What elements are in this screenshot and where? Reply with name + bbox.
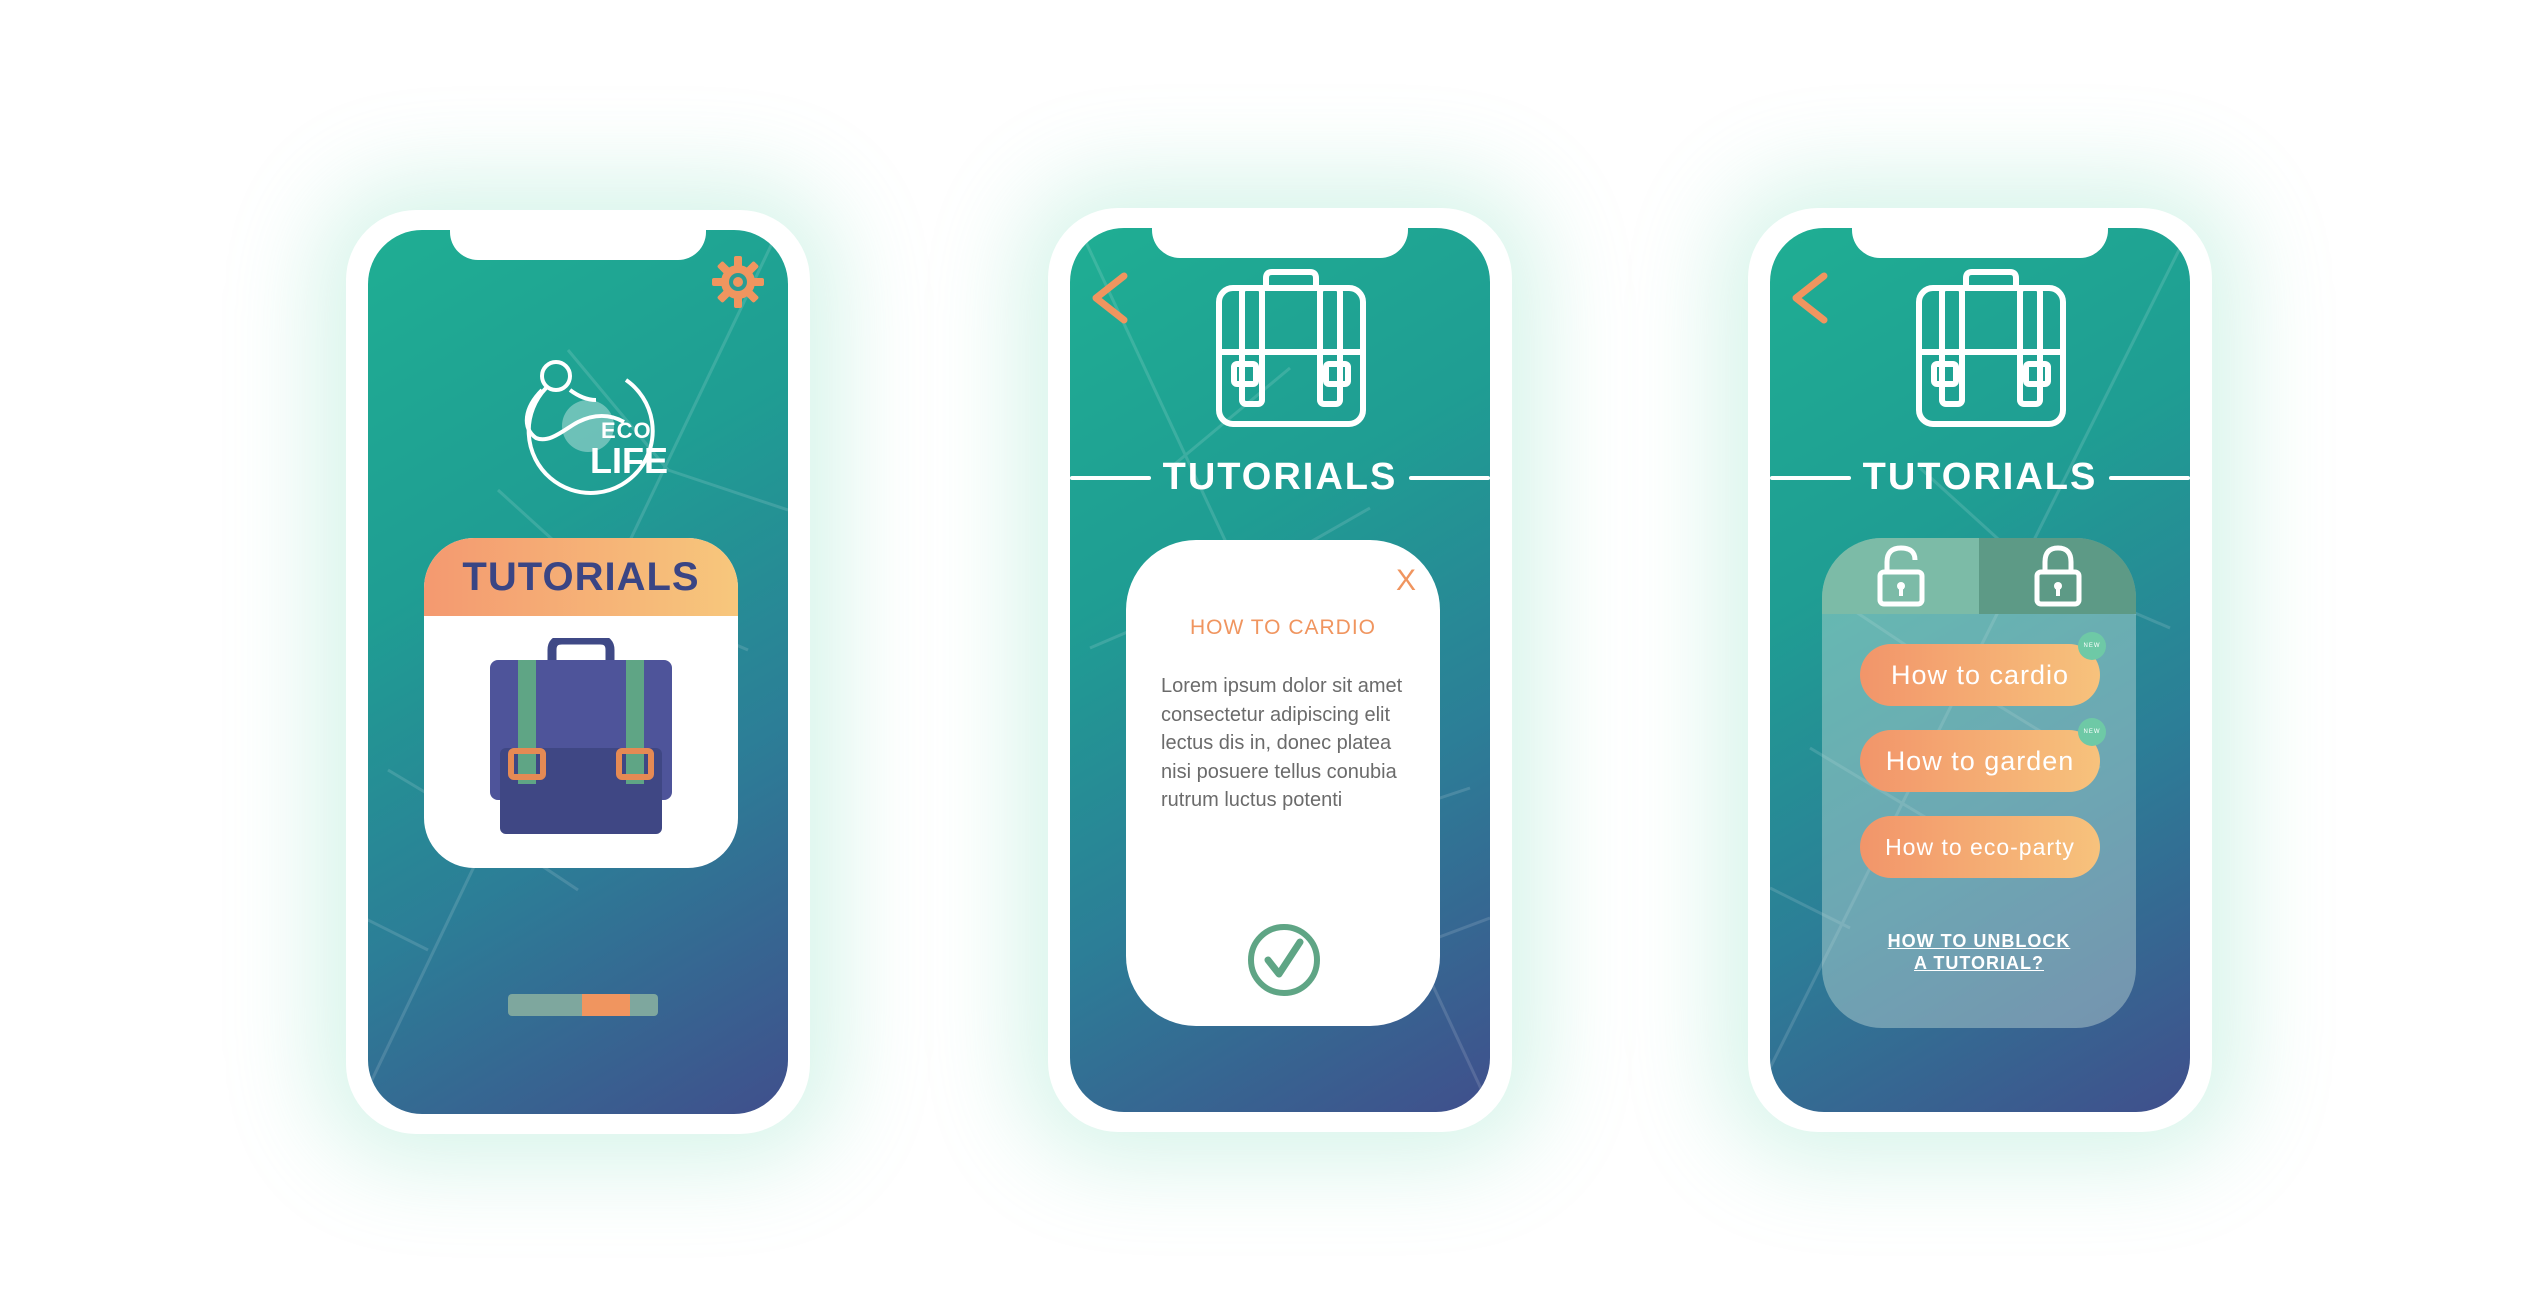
unblock-help-link[interactable]: HOW TO UNBLOCK A TUTORIAL? (1822, 930, 2136, 974)
tutorial-modal: X HOW TO CARDIO Lorem ipsum dolor sit am… (1126, 540, 1440, 1026)
tutorials-heading: TUTORIALS (1070, 456, 1490, 499)
tutorials-heading-text: TUTORIALS (1862, 456, 2098, 498)
tutorial-list-panel: How to cardio NEW How to garden NEW How … (1822, 538, 2136, 1028)
locked-padlock-icon (2034, 545, 2081, 607)
tutorials-heading: TUTORIALS (1770, 456, 2190, 499)
notch (1152, 228, 1408, 258)
heading-rule-left (1770, 475, 1851, 480)
phone-mockup-tutorial-list: TUTORIALS How to cardio NEW How to garde… (1748, 208, 2212, 1132)
backpack-icon (490, 638, 672, 834)
tutorial-item-eco-party[interactable]: How to eco-party (1860, 816, 2100, 878)
tutorials-card-header: TUTORIALS (424, 538, 738, 616)
phone-mockup-home: ECO LIFE TUTORIALS (346, 210, 810, 1134)
tutorial-item-label: How to eco-party (1885, 833, 2075, 860)
heading-rule-left (1070, 475, 1151, 480)
phone-mockup-tutorial-detail: TUTORIALS X HOW TO CARDIO Lorem ipsum do… (1048, 208, 1512, 1132)
backpack-outline-icon (1916, 269, 2066, 427)
tutorial-detail-screen: TUTORIALS X HOW TO CARDIO Lorem ipsum do… (1070, 228, 1490, 1112)
notch (1852, 228, 2108, 258)
tutorial-item-cardio[interactable]: How to cardio NEW (1860, 632, 2106, 706)
notch (450, 230, 706, 260)
tutorial-list-screen: TUTORIALS How to cardio NEW How to garde… (1770, 228, 2190, 1112)
gear-icon[interactable] (708, 252, 768, 312)
modal-title: HOW TO CARDIO (1189, 616, 1377, 639)
heading-rule-right (1409, 475, 1490, 480)
tutorials-card[interactable]: TUTORIALS (424, 538, 738, 868)
close-button[interactable]: X (1396, 564, 1416, 598)
tutorial-item-label: How to garden (1885, 745, 2075, 776)
heading-rule-right (2109, 475, 2190, 480)
home-screen: ECO LIFE TUTORIALS (368, 230, 788, 1114)
chevron-left-icon[interactable] (1084, 270, 1134, 326)
checkmark-circle-icon[interactable] (1246, 922, 1322, 998)
page-indicator-active (582, 994, 630, 1016)
page-indicator (508, 994, 658, 1016)
logo-text-life: LIFE (590, 440, 668, 481)
modal-body-text: Lorem ipsum dolor sit amet consectetur a… (1161, 675, 1403, 811)
tutorial-item-garden[interactable]: How to garden NEW (1860, 718, 2106, 792)
tutorials-heading-text: TUTORIALS (1162, 456, 1398, 498)
new-badge: NEW (2078, 718, 2106, 746)
chevron-left-icon[interactable] (1784, 270, 1834, 326)
tab-locked[interactable] (1979, 538, 2136, 614)
backpack-outline-icon (1216, 269, 1366, 427)
unblock-help-line1: HOW TO UNBLOCK (1887, 931, 2071, 951)
unlocked-padlock-icon (1877, 545, 1924, 607)
unblock-help-line2: A TUTORIAL? (1914, 953, 2044, 973)
tab-unlocked[interactable] (1822, 538, 1979, 614)
tutorials-card-title: TUTORIALS (462, 554, 700, 599)
tutorial-item-label: How to cardio (1890, 659, 2070, 690)
new-badge: NEW (2078, 632, 2106, 660)
